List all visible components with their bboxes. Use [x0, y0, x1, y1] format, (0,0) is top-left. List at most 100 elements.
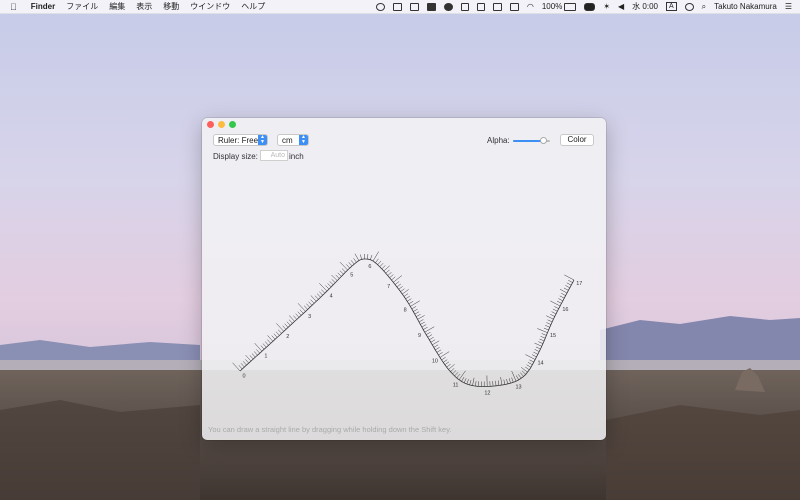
window-icon[interactable]: [492, 2, 502, 11]
ruler-major-tick: [254, 342, 263, 352]
creative-cloud-icon[interactable]: [375, 2, 385, 11]
bluetooth-icon[interactable]: ✶: [603, 2, 610, 11]
square-icon[interactable]: [476, 2, 485, 11]
ruler-minor-tick: [381, 265, 386, 270]
menu-clock[interactable]: 水 0:00: [632, 1, 658, 12]
ruler-minor-tick: [260, 345, 265, 350]
ruler-minor-tick: [430, 339, 436, 343]
ruler-minor-tick: [286, 321, 291, 326]
ruler-minor-tick: [554, 306, 559, 309]
ruler-minor-tick: [370, 254, 373, 260]
ruler-minor-tick: [472, 377, 475, 386]
ruler-minor-tick: [418, 319, 424, 323]
ruler-minor-tick: [398, 286, 403, 290]
ruler-label: 8: [404, 308, 407, 314]
menu-edit[interactable]: 編集: [109, 1, 125, 12]
ruler-minor-tick: [500, 377, 503, 386]
ruler-minor-tick: [306, 303, 310, 308]
calendar-icon[interactable]: [509, 2, 519, 11]
menu-window[interactable]: ウインドウ: [190, 1, 230, 12]
ruler-window: Ruler: Free ▲ ▼ cm ▲ ▼ Alpha: Color Displa…: [202, 118, 606, 440]
ruler-minor-tick: [520, 372, 524, 377]
ruler-label: 3: [308, 314, 311, 320]
menu-user-name[interactable]: Takuto Nakamura: [714, 2, 777, 11]
ruler-minor-tick: [275, 331, 280, 336]
ruler-minor-tick: [402, 289, 409, 295]
ruler-minor-tick: [543, 327, 549, 331]
ruler-minor-tick: [531, 354, 537, 358]
ruler-minor-tick: [444, 361, 450, 366]
ruler-label: 12: [484, 391, 490, 397]
dropbox-icon[interactable]: [392, 2, 402, 11]
ruler-minor-tick: [240, 363, 245, 368]
ruler-major-tick: [232, 362, 241, 372]
ruler-minor-tick: [295, 313, 300, 318]
spotlight-icon[interactable]: ⌕: [702, 2, 706, 12]
screen-icon[interactable]: [460, 2, 469, 11]
ruler-minor-tick: [561, 292, 566, 296]
ruler-baseline: [239, 258, 575, 387]
battery-icon[interactable]: [564, 2, 577, 11]
ruler-minor-tick: [525, 366, 530, 371]
ruler-minor-tick: [546, 322, 552, 325]
ruler-label: 17: [576, 281, 582, 287]
ruler-minor-tick: [495, 380, 497, 386]
ruler-label: 5: [350, 272, 353, 278]
ruler-minor-tick: [433, 344, 439, 348]
ruler-minor-tick: [558, 298, 563, 302]
ruler-minor-tick: [435, 347, 440, 351]
badge-icon[interactable]: [584, 2, 596, 11]
ruler-minor-tick: [400, 288, 405, 292]
ruler-minor-tick: [251, 353, 256, 358]
wifi-icon[interactable]: ◠: [527, 2, 534, 11]
mail-icon[interactable]: [426, 2, 436, 11]
ruler-label: 0: [242, 374, 245, 380]
ruler-label: 4: [330, 293, 333, 299]
ruler-minor-tick: [391, 276, 396, 281]
ruler-minor-tick: [264, 341, 269, 346]
ruler-minor-tick: [432, 340, 440, 346]
ruler-major-tick: [319, 283, 328, 292]
ruler-major-tick: [297, 303, 306, 312]
ruler-minor-tick: [314, 295, 319, 300]
ruler-minor-tick: [262, 343, 267, 348]
ruler-minor-tick: [511, 377, 514, 383]
ruler-minor-tick: [469, 380, 472, 385]
ruler-minor-tick: [426, 331, 431, 335]
apple-menu-icon[interactable]: : [10, 2, 17, 12]
ruler-minor-tick: [321, 289, 325, 294]
ruler-minor-tick: [293, 315, 297, 320]
cloud-icon[interactable]: [443, 2, 453, 11]
ruler-minor-tick: [508, 378, 511, 384]
document-icon[interactable]: [409, 2, 419, 11]
ruler-minor-tick: [396, 283, 402, 288]
menu-go[interactable]: 移動: [163, 1, 179, 12]
menu-app-name[interactable]: Finder: [31, 2, 55, 11]
volume-icon[interactable]: ◀: [618, 2, 624, 11]
ruler-major-tick: [458, 370, 466, 380]
ruler-major-tick: [424, 326, 435, 333]
ruler-minor-tick: [436, 349, 442, 353]
ruler-minor-tick: [282, 325, 287, 330]
siri-icon[interactable]: [684, 2, 694, 11]
free-ruler[interactable]: 01234567891011121314151617: [202, 118, 606, 440]
ruler-minor-tick: [325, 285, 330, 290]
input-source-indicator[interactable]: A: [665, 2, 677, 11]
ruler-minor-tick: [346, 264, 350, 269]
menu-file[interactable]: ファイル: [66, 1, 98, 12]
ruler-minor-tick: [420, 321, 425, 325]
ruler-minor-tick: [559, 295, 565, 299]
list-icon[interactable]: ☰: [785, 2, 792, 11]
ruler-minor-tick: [319, 291, 323, 296]
ruler-minor-tick: [533, 351, 538, 355]
ruler-minor-tick: [563, 287, 569, 291]
menu-help[interactable]: ヘルプ: [241, 1, 265, 12]
battery-text[interactable]: 100%: [542, 2, 562, 11]
menu-view[interactable]: 表示: [136, 1, 152, 12]
ruler-label: 13: [515, 385, 521, 391]
ruler-minor-tick: [446, 363, 451, 368]
ruler-minor-tick: [327, 283, 332, 288]
ruler-minor-tick: [529, 359, 534, 363]
ruler-minor-tick: [521, 370, 526, 375]
ruler-minor-tick: [463, 378, 467, 383]
